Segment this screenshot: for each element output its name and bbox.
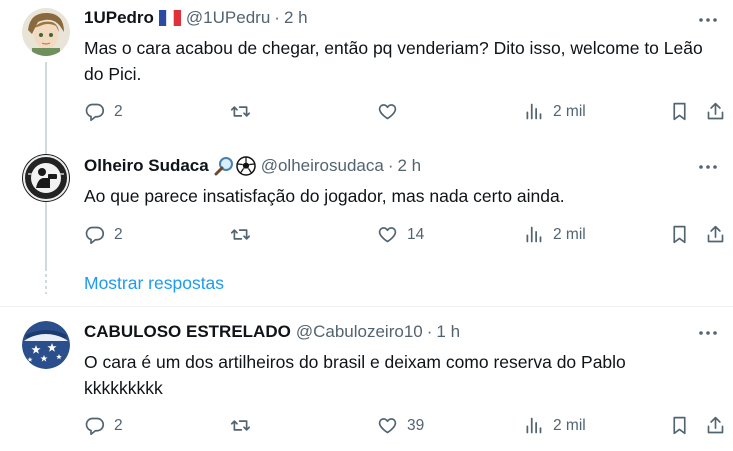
thread-line	[45, 204, 47, 260]
thread-dotted-line	[45, 268, 47, 294]
view-count: 2 mil	[553, 225, 586, 243]
tweet-text: O cara é um dos artilheiros do brasil e …	[84, 352, 626, 398]
bookmark-icon	[673, 102, 686, 121]
soccer-ball-icon	[235, 156, 256, 176]
bookmark-button[interactable]	[669, 415, 690, 436]
share-button[interactable]	[705, 224, 726, 245]
reply-button[interactable]: 2	[84, 224, 123, 245]
avatar[interactable]	[22, 321, 70, 369]
action-bar: 2 14 2 mil	[84, 224, 726, 248]
like-button[interactable]: 39	[377, 415, 424, 436]
bookmark-icon	[673, 225, 686, 244]
bookmark-button[interactable]	[669, 224, 690, 245]
avatar[interactable]	[22, 154, 70, 202]
repost-icon	[230, 106, 251, 117]
author-name[interactable]: 1UPedro	[84, 8, 154, 28]
repost-button[interactable]	[230, 101, 260, 122]
repost-icon	[230, 229, 251, 240]
timestamp[interactable]: 2 h	[284, 8, 308, 28]
reply-icon	[85, 417, 105, 436]
more-options-icon[interactable]	[697, 156, 719, 178]
author-handle[interactable]: @olheirosudaca	[261, 156, 384, 176]
share-icon	[707, 225, 724, 243]
reply-icon	[85, 103, 105, 122]
heart-icon	[378, 418, 397, 434]
author-handle[interactable]: @Cabulozeiro10	[296, 322, 423, 342]
more-options-icon[interactable]	[697, 9, 719, 31]
repost-button[interactable]	[230, 224, 260, 245]
timestamp[interactable]: 2 h	[397, 156, 421, 176]
reply-icon	[85, 226, 105, 245]
tweet-text: Ao que parece insatisfação do jogador, m…	[84, 186, 565, 206]
like-button[interactable]: 14	[377, 224, 424, 245]
views-button[interactable]: 2 mil	[523, 224, 586, 245]
tweet-olheiro-sudaca[interactable]: Olheiro Sudaca @olheirosudaca · 2 h Ao q…	[0, 142, 733, 264]
repost-button[interactable]	[230, 415, 260, 436]
tweet-header: 1UPedro @1UPedru · 2 h	[84, 8, 308, 28]
reply-count: 2	[114, 102, 123, 120]
more-options-icon[interactable]	[697, 322, 719, 344]
separator-dot: ·	[387, 156, 394, 175]
like-button[interactable]	[377, 101, 407, 122]
separator-dot: ·	[426, 322, 433, 341]
tweet-text: Mas o cara acabou de chegar, então pq ve…	[84, 38, 703, 84]
tweet-cabuloso-estrelado[interactable]: CABULOSO ESTRELADO @Cabulozeiro10 · 1 h …	[0, 307, 733, 451]
timestamp[interactable]: 1 h	[436, 322, 460, 342]
views-button[interactable]: 2 mil	[523, 415, 586, 436]
france-flag-icon	[158, 10, 181, 26]
like-count: 39	[407, 416, 425, 434]
views-icon	[526, 226, 542, 243]
author-name[interactable]: Olheiro Sudaca	[84, 156, 209, 176]
share-button[interactable]	[705, 415, 726, 436]
reply-count: 2	[114, 416, 123, 434]
action-bar: 2 2 mil	[84, 101, 726, 125]
views-icon	[526, 103, 542, 120]
share-icon	[707, 416, 724, 434]
share-icon	[707, 102, 724, 120]
bookmark-button[interactable]	[669, 101, 690, 122]
show-replies-link[interactable]: Mostrar respostas	[84, 273, 224, 294]
repost-icon	[230, 420, 251, 431]
author-name[interactable]: CABULOSO ESTRELADO	[84, 322, 291, 342]
magnifier-icon	[214, 156, 234, 176]
separator-dot: ·	[274, 8, 280, 27]
tweet-header: CABULOSO ESTRELADO @Cabulozeiro10 · 1 h	[84, 322, 460, 342]
reply-button[interactable]: 2	[84, 415, 123, 436]
reply-button[interactable]: 2	[84, 101, 123, 122]
tweet-header: Olheiro Sudaca @olheirosudaca · 2 h	[84, 156, 421, 176]
author-handle[interactable]: @1UPedru	[186, 8, 270, 28]
view-count: 2 mil	[553, 416, 586, 434]
bookmark-icon	[673, 416, 686, 435]
tweet-1pedro[interactable]: 1UPedro @1UPedru · 2 h Mas o cara acabou…	[0, 0, 733, 270]
avatar[interactable]	[22, 8, 70, 56]
heart-icon	[378, 227, 397, 243]
view-count: 2 mil	[553, 102, 586, 120]
reply-count: 2	[114, 225, 123, 243]
heart-icon	[378, 104, 397, 120]
views-button[interactable]: 2 mil	[523, 101, 586, 122]
action-bar: 2 39 2 mil	[84, 415, 726, 439]
like-count: 14	[407, 225, 425, 243]
share-button[interactable]	[705, 101, 726, 122]
views-icon	[526, 417, 542, 434]
